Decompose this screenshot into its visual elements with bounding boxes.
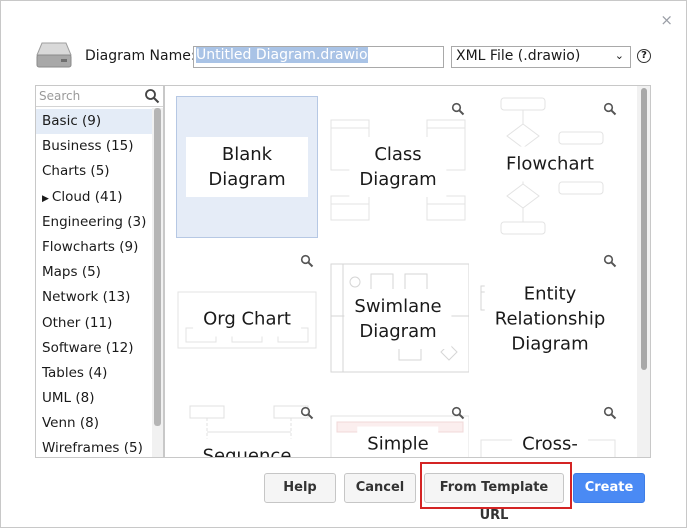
highlight-box — [420, 462, 572, 509]
template-class-diagram[interactable]: Class Diagram — [327, 96, 469, 238]
template-label: Org Chart — [193, 301, 301, 337]
drive-icon — [36, 42, 72, 68]
category-item-engineering[interactable]: Engineering (3) — [36, 210, 154, 235]
category-item-wireframes[interactable]: Wireframes (5) — [36, 436, 154, 457]
gallery-scrollbar[interactable] — [641, 88, 647, 370]
category-sidebar: Search Basic (9) Business (15) Charts (5… — [35, 85, 164, 458]
template-label: Sequence — [192, 438, 302, 457]
template-cross-functional[interactable]: Cross- — [479, 400, 621, 457]
file-format-value: XML File (.drawio) — [456, 48, 581, 64]
category-item-tables[interactable]: Tables (4) — [36, 361, 154, 386]
zoom-icon[interactable] — [603, 102, 617, 116]
search-placeholder: Search — [39, 89, 81, 103]
zoom-icon[interactable] — [603, 254, 617, 268]
template-org-chart[interactable]: Org Chart — [176, 248, 318, 390]
template-blank-diagram[interactable]: Blank Diagram — [176, 96, 318, 238]
template-label: Blank Diagram — [186, 137, 308, 197]
close-icon[interactable]: × — [660, 13, 673, 28]
category-item-basic[interactable]: Basic (9) — [36, 109, 154, 135]
category-list: Basic (9) Business (15) Charts (5) ▶ Clou… — [36, 109, 154, 457]
template-label: Cross- — [512, 426, 588, 457]
template-label: Simple — [357, 426, 439, 457]
help-button[interactable]: Help — [264, 473, 336, 503]
template-simple[interactable]: Simple — [327, 400, 469, 457]
category-item-charts[interactable]: Charts (5) — [36, 159, 154, 184]
template-label: Class Diagram — [349, 137, 447, 197]
search-input[interactable]: Search — [36, 86, 163, 107]
category-item-network[interactable]: Network (13) — [36, 285, 154, 310]
zoom-icon[interactable] — [451, 406, 465, 420]
cancel-button[interactable]: Cancel — [344, 473, 416, 503]
zoom-icon[interactable] — [300, 406, 314, 420]
diagram-name-input[interactable]: Untitled Diagram.drawio — [193, 46, 444, 68]
template-sequence[interactable]: Sequence — [176, 400, 318, 457]
category-item-venn[interactable]: Venn (8) — [36, 411, 154, 436]
file-format-select[interactable]: XML File (.drawio) ⌄ — [451, 46, 631, 68]
category-item-business[interactable]: Business (15) — [36, 134, 154, 159]
new-diagram-dialog: × Diagram Name: Untitled Diagram.drawio … — [0, 0, 687, 528]
category-item-other[interactable]: Other (11) — [36, 311, 154, 336]
template-label: Swimlane Diagram — [344, 289, 452, 349]
zoom-icon[interactable] — [603, 406, 617, 420]
chevron-down-icon: ⌄ — [614, 49, 624, 62]
zoom-icon[interactable] — [451, 102, 465, 116]
template-label: Flowchart — [496, 146, 604, 182]
category-item-flowcharts[interactable]: Flowcharts (9) — [36, 235, 154, 260]
template-label: Entity Relationship Diagram — [484, 276, 616, 362]
diagram-name-label: Diagram Name: — [85, 48, 196, 64]
help-icon[interactable]: ? — [637, 49, 651, 63]
search-icon[interactable] — [144, 88, 160, 104]
expand-triangle-icon[interactable]: ▶ — [42, 194, 49, 204]
template-swimlane-diagram[interactable]: Swimlane Diagram — [327, 248, 469, 390]
diagram-name-value: Untitled Diagram.drawio — [196, 47, 368, 63]
category-item-software[interactable]: Software (12) — [36, 336, 154, 361]
zoom-icon[interactable] — [300, 254, 314, 268]
template-flowchart[interactable]: Flowchart — [479, 96, 621, 238]
template-gallery: Blank Diagram Class Diagram Flowchart Or… — [164, 85, 651, 458]
category-item-maps[interactable]: Maps (5) — [36, 260, 154, 285]
create-button[interactable]: Create — [573, 473, 645, 503]
template-entity-relationship-diagram[interactable]: Entity Relationship Diagram — [479, 248, 621, 390]
sidebar-scrollbar[interactable] — [154, 108, 161, 426]
category-item-uml[interactable]: UML (8) — [36, 386, 154, 411]
category-item-cloud[interactable]: ▶ Cloud (41) — [36, 185, 154, 210]
